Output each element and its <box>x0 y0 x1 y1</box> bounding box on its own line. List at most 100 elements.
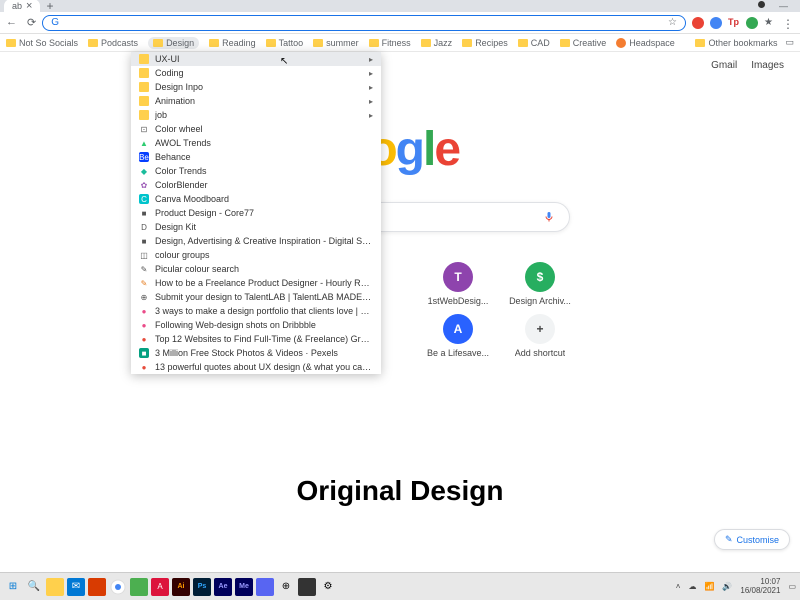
dropdown-item[interactable]: ⊡Color wheel <box>131 122 381 136</box>
settings-icon[interactable]: ⚙ <box>319 578 337 596</box>
favicon-icon: D <box>139 222 149 232</box>
star-icon[interactable]: ☆ <box>668 17 677 28</box>
ext-icon[interactable] <box>692 17 704 29</box>
extensions: Tp ★ ⋮ <box>692 17 794 29</box>
app-icon[interactable] <box>130 578 148 596</box>
favicon-icon: ■ <box>139 348 149 358</box>
dropdown-folder[interactable]: Coding▸ <box>131 66 381 80</box>
mail-icon[interactable]: ✉ <box>67 578 85 596</box>
app-icon[interactable]: ⊕ <box>277 578 295 596</box>
shortcut[interactable]: $Design Archiv... <box>502 262 578 306</box>
ext-icon[interactable]: Tp <box>728 17 740 29</box>
dropdown-item[interactable]: ⊕Submit your design to TalentLAB | Talen… <box>131 290 381 304</box>
bookmark-podcasts[interactable]: Podcasts <box>88 38 138 48</box>
dropdown-folder[interactable]: UX-UI▸ <box>131 52 381 66</box>
dropdown-item[interactable]: ◫colour groups <box>131 248 381 262</box>
customise-button[interactable]: ✎ Customise <box>714 529 790 550</box>
active-tab[interactable]: ab × <box>4 0 40 13</box>
dropdown-item[interactable]: ■3 Million Free Stock Photos & Videos · … <box>131 346 381 360</box>
app-icon[interactable] <box>298 578 316 596</box>
bookmark-reading[interactable]: Reading <box>209 38 256 48</box>
app-icon[interactable] <box>256 578 274 596</box>
bookmark-recipes[interactable]: Recipes <box>462 38 508 48</box>
bookmark-not-so-socials[interactable]: Not So Socials <box>6 38 78 48</box>
volume-icon[interactable]: 🔊 <box>722 582 732 591</box>
bookmark-design[interactable]: Design <box>148 37 199 49</box>
dropdown-item[interactable]: ●13 powerful quotes about UX design (& w… <box>131 360 381 374</box>
new-tab-button[interactable]: + <box>46 0 53 13</box>
minimize-icon[interactable]: — <box>779 1 788 11</box>
dropdown-item[interactable]: ●Top 12 Websites to Find Full-Time (& Fr… <box>131 332 381 346</box>
dropdown-folder[interactable]: Animation▸ <box>131 94 381 108</box>
dropdown-item[interactable]: ◆Color Trends <box>131 164 381 178</box>
tray-chevron-icon[interactable]: ˄ <box>676 582 681 591</box>
close-tab-icon[interactable]: × <box>26 0 32 12</box>
bookmark-fitness[interactable]: Fitness <box>369 38 411 48</box>
favicon-icon: ■ <box>139 208 149 218</box>
dropdown-item[interactable]: BeBehance <box>131 150 381 164</box>
favicon-icon: ■ <box>139 236 149 246</box>
address-bar[interactable]: G ☆ <box>42 15 686 31</box>
folder-icon <box>518 39 528 47</box>
mediaencoder-icon[interactable]: Me <box>235 578 253 596</box>
ext-icon[interactable] <box>710 17 722 29</box>
favicon-icon: ⊡ <box>139 124 149 134</box>
dropdown-item[interactable]: CCanva Moodboard <box>131 192 381 206</box>
folder-icon <box>462 39 472 47</box>
other-bookmarks[interactable]: Other bookmarks <box>695 37 777 48</box>
reading-list-icon[interactable]: ▭ <box>785 37 794 48</box>
menu-icon[interactable]: ⋮ <box>782 17 794 29</box>
notifications-icon[interactable]: ▭ <box>788 582 796 591</box>
shortcut[interactable]: T1stWebDesig... <box>420 262 496 306</box>
chevron-right-icon: ▸ <box>369 97 373 106</box>
bookmark-summer[interactable]: summer <box>313 38 359 48</box>
folder-icon <box>139 96 149 106</box>
start-icon[interactable]: ⊞ <box>4 578 22 596</box>
folder-icon <box>153 39 163 47</box>
dropdown-item[interactable]: ■Design, Advertising & Creative Inspirat… <box>131 234 381 248</box>
explorer-icon[interactable] <box>46 578 64 596</box>
chevron-right-icon: ▸ <box>369 69 373 78</box>
chrome-icon[interactable] <box>109 578 127 596</box>
dropdown-folder[interactable]: job▸ <box>131 108 381 122</box>
favicon-icon: Be <box>139 152 149 162</box>
dropdown-item[interactable]: ●Following Web-design shots on Dribbble <box>131 318 381 332</box>
dropdown-item[interactable]: DDesign Kit <box>131 220 381 234</box>
reload-icon[interactable]: ⟳ <box>27 16 36 29</box>
chevron-right-icon: ▸ <box>369 83 373 92</box>
gmail-link[interactable]: Gmail <box>711 60 737 71</box>
dropdown-item[interactable]: ●3 ways to make a design portfolio that … <box>131 304 381 318</box>
ext-icon[interactable] <box>746 17 758 29</box>
favicon-icon: ✿ <box>139 180 149 190</box>
wifi-icon[interactable]: 📶 <box>704 582 714 591</box>
images-link[interactable]: Images <box>751 60 784 71</box>
favicon-icon: ● <box>139 320 149 330</box>
bookmark-cad[interactable]: CAD <box>518 38 550 48</box>
shortcut[interactable]: ABe a Lifesave... <box>420 314 496 358</box>
illustrator-icon[interactable]: Ai <box>172 578 190 596</box>
dropdown-item[interactable]: ✎How to be a Freelance Product Designer … <box>131 276 381 290</box>
top-links: Gmail Images <box>711 60 784 71</box>
clock[interactable]: 10:07 16/08/2021 <box>740 578 780 596</box>
dropdown-folder[interactable]: Design Inpo▸ <box>131 80 381 94</box>
aftereffects-icon[interactable]: Ae <box>214 578 232 596</box>
acrobat-icon[interactable]: A <box>151 578 169 596</box>
chevron-right-icon: ▸ <box>369 55 373 64</box>
bookmark-creative[interactable]: Creative <box>560 38 607 48</box>
ext-icon[interactable]: ★ <box>764 17 776 29</box>
bookmark-jazz[interactable]: Jazz <box>421 38 453 48</box>
mic-icon[interactable] <box>543 210 555 224</box>
dropdown-item[interactable]: ✿ColorBlender <box>131 178 381 192</box>
dropdown-item[interactable]: ✎Picular colour search <box>131 262 381 276</box>
bookmark-headspace[interactable]: Headspace <box>616 38 675 48</box>
office-icon[interactable] <box>88 578 106 596</box>
search-icon[interactable]: 🔍 <box>25 578 43 596</box>
dropdown-item[interactable]: ■Product Design - Core77 <box>131 206 381 220</box>
dropdown-item[interactable]: ▲AWOL Trends <box>131 136 381 150</box>
photoshop-icon[interactable]: Ps <box>193 578 211 596</box>
back-icon[interactable]: ← <box>6 16 17 29</box>
cloud-icon[interactable]: ☁ <box>688 582 696 591</box>
shortcut[interactable]: +Add shortcut <box>502 314 578 358</box>
bookmark-tattoo[interactable]: Tattoo <box>266 38 304 48</box>
folder-icon <box>421 39 431 47</box>
